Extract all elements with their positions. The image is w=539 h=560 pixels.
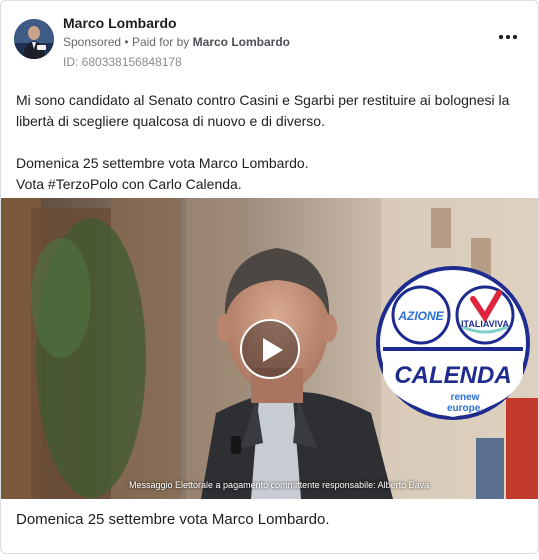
sponsored-label: Sponsored <box>63 35 122 49</box>
paid-for-by-name[interactable]: Marco Lombardo <box>193 35 290 49</box>
post-body-line: Domenica 25 settembre vota Marco Lombard… <box>16 155 309 171</box>
sponsored-meta: Sponsored • Paid for by Marco Lombardo <box>63 35 290 49</box>
link-caption[interactable]: Domenica 25 settembre vota Marco Lombard… <box>16 511 329 528</box>
italiaviva-label: ITALIAVIVA <box>461 319 509 329</box>
europe-label: europe. <box>447 403 483 414</box>
renew-label: renew <box>451 392 480 403</box>
post-body-line: libertà di scegliere qualcosa di nuovo e… <box>16 113 325 129</box>
video-overlay-caption: Messaggio Elettorale a pagamento committ… <box>129 480 430 490</box>
post-body: Mi sono candidato al Senato contro Casin… <box>16 90 526 195</box>
page-name[interactable]: Marco Lombardo <box>63 15 177 31</box>
more-options-icon[interactable] <box>499 32 517 42</box>
ad-card: Marco Lombardo Sponsored • Paid for by M… <box>0 0 539 554</box>
calenda-logo: AZIONE ITALIAVIVA CALENDA renew europe. <box>375 265 531 421</box>
play-icon[interactable] <box>240 319 300 379</box>
post-body-line: Vota #TerzoPolo con Carlo Calenda. <box>16 176 242 192</box>
paid-for-by-prefix: Paid for by <box>131 35 190 49</box>
ad-id: ID: 680338156848178 <box>63 55 182 69</box>
post-body-line: Mi sono candidato al Senato contro Casin… <box>16 92 510 108</box>
separator-dot: • <box>124 35 132 49</box>
azione-label: AZIONE <box>397 309 444 323</box>
avatar-image <box>14 19 54 59</box>
avatar[interactable] <box>14 19 54 59</box>
calenda-label: CALENDA <box>394 362 511 389</box>
